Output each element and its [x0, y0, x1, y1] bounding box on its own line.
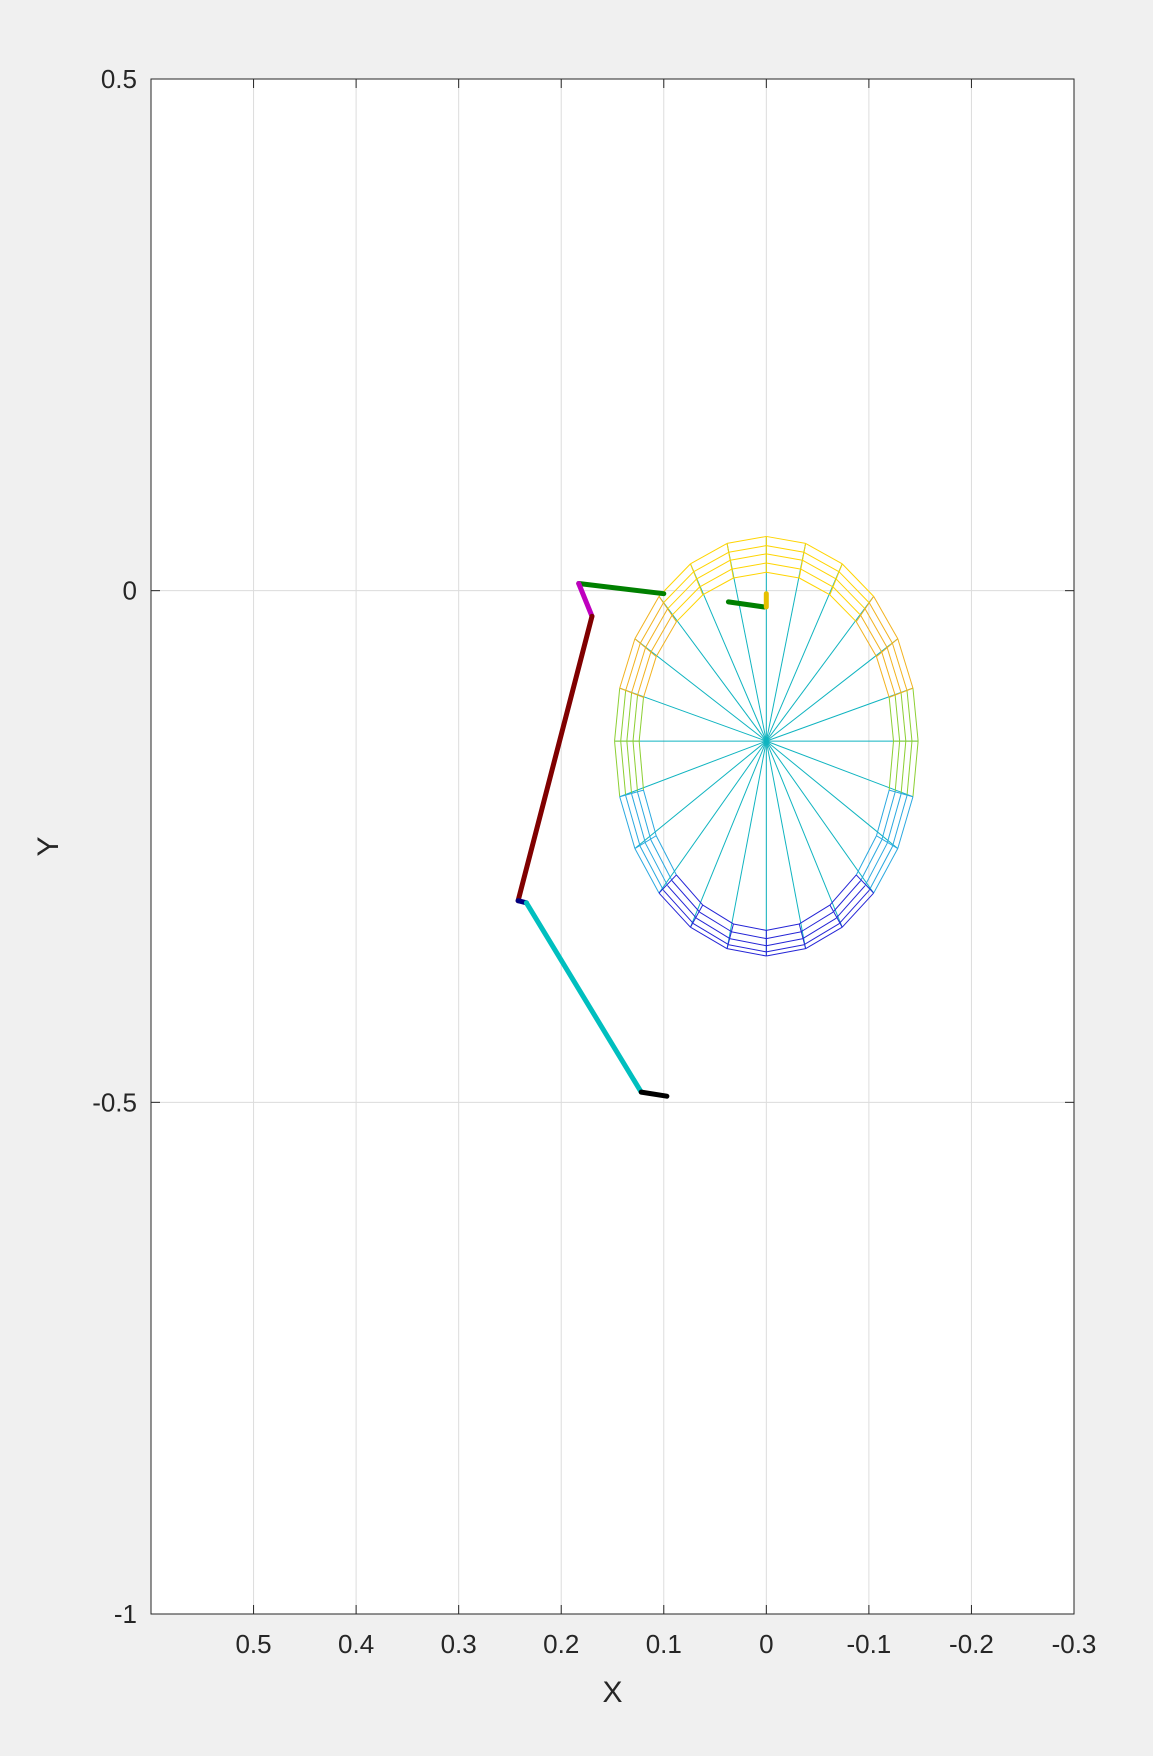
x-tick-label: 0.3: [441, 1629, 477, 1659]
y-tick-label: -0.5: [92, 1087, 137, 1117]
x-tick-label: 0: [759, 1629, 773, 1659]
figure: 0.5 0.4 0.3 0.2 0.1 0 -0.1 -0.2 -0.3 0.5 0 -0.5 -1 X…: [0, 0, 1153, 1756]
y-tick-label: -1: [114, 1599, 137, 1629]
axes-background: [151, 79, 1074, 1614]
y-axis-label: Y: [32, 836, 65, 856]
x-tick-label: 0.5: [235, 1629, 271, 1659]
plot-area[interactable]: 0.5 0.4 0.3 0.2 0.1 0 -0.1 -0.2 -0.3 0.5 0 -0.5 -1: [92, 64, 1096, 1659]
x-tick-label: -0.3: [1052, 1629, 1097, 1659]
y-tick-label: 0: [123, 576, 137, 606]
x-tick-label: -0.2: [949, 1629, 994, 1659]
x-tick-label: 0.2: [543, 1629, 579, 1659]
x-tick-label: -0.1: [846, 1629, 891, 1659]
x-tick-label: 0.4: [338, 1629, 374, 1659]
x-axis-label: X: [602, 1676, 622, 1709]
x-tick-label: 0.1: [646, 1629, 682, 1659]
y-tick-label: 0.5: [101, 64, 137, 94]
